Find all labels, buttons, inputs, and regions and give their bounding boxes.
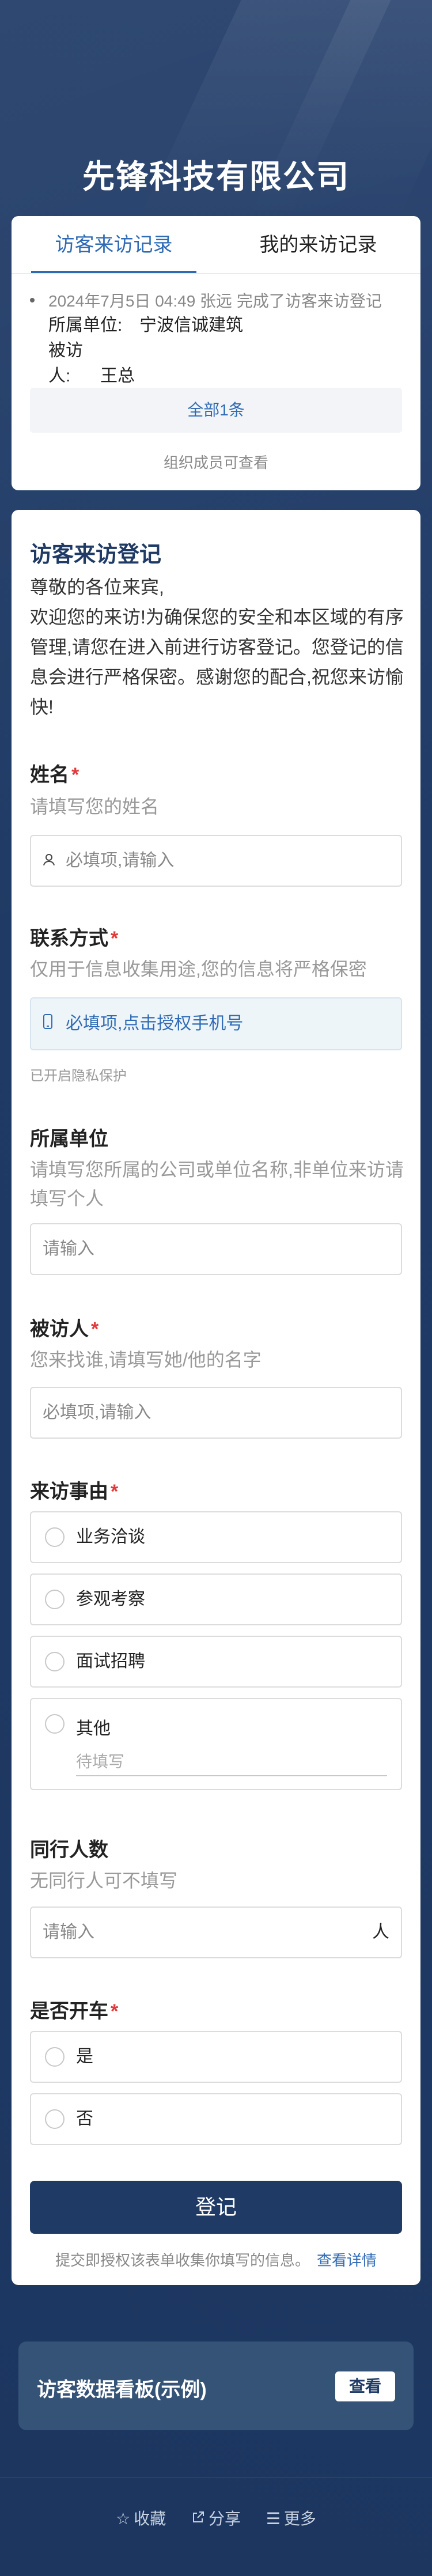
option-label: 参观考察 (76, 1590, 145, 1609)
radio-circle[interactable] (45, 2109, 65, 2129)
host-input[interactable]: 必填项,请输入 (30, 1387, 402, 1439)
host-hint: 您来找谁,请填写她/他的名字 (30, 1349, 262, 1370)
companions-placeholder: 请输入 (43, 1923, 94, 1942)
companions-hint: 无同行人可不填写 (30, 1870, 178, 1891)
phone-icon (43, 998, 66, 1049)
favorite-label: 收藏 (134, 2510, 166, 2528)
host-label: 被访人 * (30, 1313, 98, 1341)
form-intro: 尊敬的各位来宾, 欢迎您的来访!为确保您的安全和本区域的有序管理,请您在进入前进… (30, 577, 404, 717)
other-reason-input[interactable]: 待填写 (76, 1747, 387, 1776)
star-icon: ☆ (116, 2510, 131, 2528)
registration-form: 访客来访登记 尊敬的各位来宾, 欢迎您的来访!为确保您的安全和本区域的有序管理,… (12, 510, 420, 2285)
required-mark: * (111, 2000, 119, 2022)
share-icon (191, 2510, 205, 2528)
option-label: 否 (76, 2109, 93, 2128)
privacy-note: 已开启隐私保护 (30, 1068, 127, 1084)
required-mark: * (111, 928, 119, 950)
visit-records-card: 访客来访记录 我的来访记录 2024年7月5日 04:49 张远 完成了访客来访… (12, 216, 420, 490)
record-meta: 2024年7月5日 04:49 张远 完成了访客来访登记 (48, 292, 382, 310)
record-item[interactable]: 2024年7月5日 04:49 张远 完成了访客来访登记 所属单位: 宁波信诚建筑… (30, 290, 404, 389)
company-placeholder: 请输入 (43, 1239, 94, 1258)
submit-button[interactable]: 登记 (30, 2181, 402, 2234)
record-host-row: 被访人: 王总 (48, 338, 404, 389)
name-label-text: 姓名 (30, 764, 69, 786)
form-title: 访客来访登记 (30, 543, 162, 567)
driving-label: 是否开车 * (30, 1995, 118, 2023)
name-input[interactable]: 必填项,请输入 (30, 835, 402, 887)
record-company-value: 宁波信诚建筑 (139, 316, 243, 335)
driving-label-text: 是否开车 (30, 2000, 108, 2022)
company-title: 先锋科技有限公司 (82, 158, 350, 195)
radio-circle[interactable] (45, 1652, 65, 1671)
company-label: 所属单位 (30, 1128, 108, 1150)
record-host-value: 王总 (100, 366, 135, 385)
tab-visitor-records[interactable]: 访客来访记录 (12, 216, 216, 273)
footer-actions: ☆ 收藏 分享 ☰ 更多 (0, 2506, 432, 2529)
tab-my-records[interactable]: 我的来访记录 (216, 216, 420, 273)
timeline-dot (30, 298, 35, 302)
required-mark: * (91, 1318, 99, 1340)
footer-divider (0, 2477, 432, 2478)
more-button[interactable]: ☰ 更多 (266, 2506, 316, 2529)
consent-note: 提交即授权该表单收集你填写的信息。 查看详情 (12, 2249, 420, 2270)
share-button[interactable]: 分享 (191, 2506, 241, 2529)
contact-label-text: 联系方式 (30, 928, 108, 950)
reason-label: 来访事由 * (30, 1476, 118, 1504)
more-label: 更多 (283, 2510, 316, 2528)
records-tabs: 访客来访记录 我的来访记录 (12, 216, 420, 274)
view-dashboard-button[interactable]: 查看 (335, 2371, 395, 2401)
menu-icon: ☰ (266, 2510, 281, 2528)
contact-hint: 仅用于信息收集用途,您的信息将严格保密 (30, 959, 367, 979)
required-mark: * (71, 764, 79, 786)
authorize-phone-label: 必填项,点击授权手机号 (66, 1014, 244, 1033)
reason-option-other[interactable]: 其他 待填写 (30, 1698, 402, 1790)
user-icon (43, 836, 66, 886)
companions-unit: 人 (372, 1923, 389, 1942)
name-placeholder: 必填项,请输入 (66, 851, 175, 870)
companions-label: 同行人数 (30, 1839, 108, 1861)
reason-option-visit[interactable]: 参观考察 (30, 1573, 402, 1625)
companions-input[interactable]: 请输入 人 (30, 1907, 402, 1958)
reason-label-text: 来访事由 (30, 1481, 108, 1503)
name-label: 姓名 * (30, 759, 79, 787)
favorite-button[interactable]: ☆ 收藏 (116, 2506, 166, 2529)
record-company-row: 所属单位: 宁波信诚建筑 (48, 313, 404, 338)
visitor-dashboard-card[interactable]: 访客数据看板(示例) 查看 (18, 2342, 414, 2430)
option-label: 业务洽谈 (76, 1527, 145, 1546)
consent-details-link[interactable]: 查看详情 (317, 2252, 377, 2269)
radio-circle[interactable] (45, 2047, 65, 2067)
required-mark: * (111, 1481, 119, 1503)
name-hint: 请填写您的姓名 (30, 796, 160, 817)
company-hint: 请填写您所属的公司或单位名称,非单位来访请填写个人 (30, 1159, 404, 1209)
reason-option-interview[interactable]: 面试招聘 (30, 1636, 402, 1688)
option-label: 其他 (76, 1719, 111, 1738)
driving-option-yes[interactable]: 是 (30, 2031, 402, 2083)
reason-option-business[interactable]: 业务洽谈 (30, 1511, 402, 1563)
dashboard-title: 访客数据看板(示例) (37, 2379, 207, 2401)
option-label: 面试招聘 (76, 1652, 145, 1671)
record-host-label: 被访人: (48, 341, 83, 385)
visibility-note: 组织成员可查看 (163, 454, 268, 471)
host-placeholder: 必填项,请输入 (43, 1403, 151, 1422)
contact-label: 联系方式 * (30, 922, 118, 951)
consent-text: 提交即授权该表单收集你填写的信息。 (55, 2252, 310, 2269)
company-input[interactable]: 请输入 (30, 1223, 402, 1275)
radio-circle[interactable] (45, 1590, 65, 1609)
share-label: 分享 (208, 2510, 241, 2528)
host-label-text: 被访人 (30, 1318, 89, 1340)
record-company-label: 所属单位: (48, 316, 123, 335)
radio-circle[interactable] (45, 1714, 65, 1734)
authorize-phone-button[interactable]: 必填项,点击授权手机号 (30, 997, 402, 1050)
view-all-button[interactable]: 全部1条 (30, 388, 402, 433)
driving-option-no[interactable]: 否 (30, 2093, 402, 2145)
radio-circle[interactable] (45, 1527, 65, 1547)
option-label: 是 (76, 2047, 93, 2066)
